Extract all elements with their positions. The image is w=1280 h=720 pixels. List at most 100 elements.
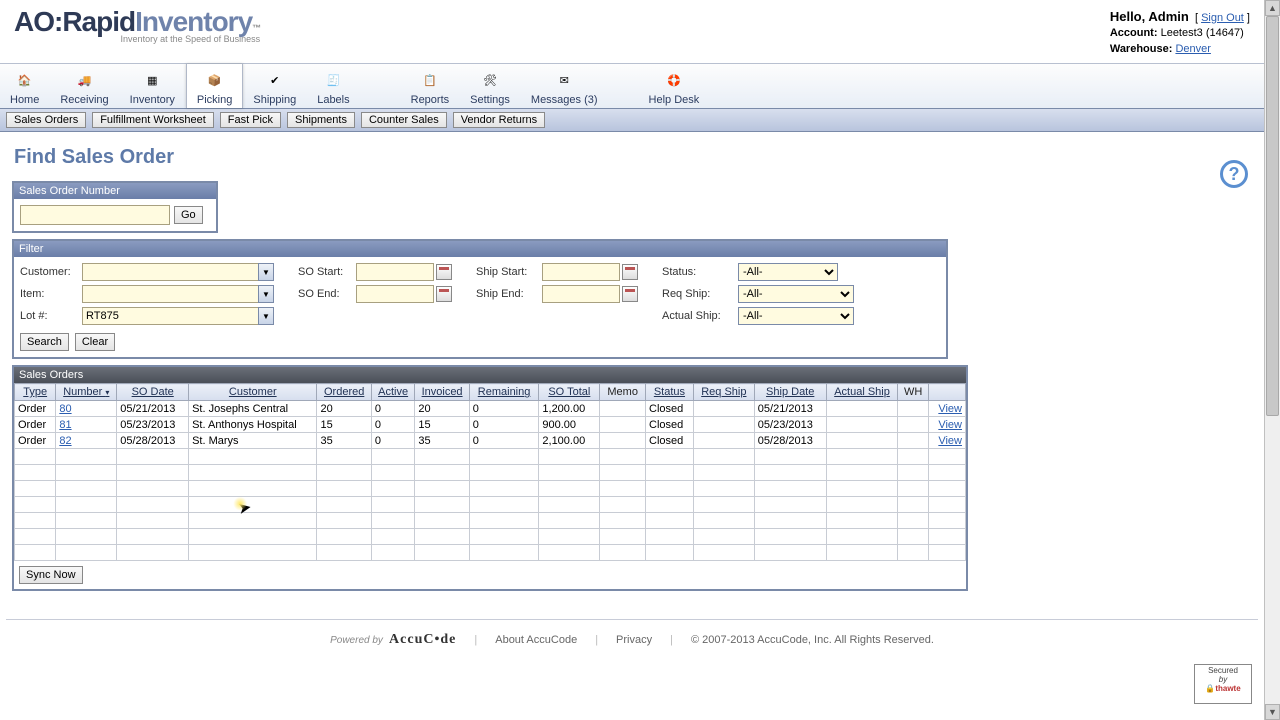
warehouse-link[interactable]: Denver [1175, 43, 1210, 55]
customer-combo[interactable]: ▼ [82, 263, 274, 281]
page-title: Find Sales Order [14, 146, 1252, 169]
subtab-vendor-returns[interactable]: Vendor Returns [453, 112, 545, 128]
chevron-down-icon[interactable]: ▼ [258, 307, 274, 325]
table-row: Order8005/21/2013St. Josephs Central2002… [15, 401, 966, 417]
ship-end-input[interactable] [542, 285, 620, 303]
order-number-link[interactable]: 81 [59, 419, 71, 431]
table-row [15, 465, 966, 481]
toolbar-helpdesk[interactable]: 🛟Help Desk [639, 64, 711, 108]
col-ship-date[interactable]: Ship Date [754, 384, 826, 401]
view-link[interactable]: View [938, 403, 962, 415]
table-row [15, 449, 966, 465]
table-row [15, 481, 966, 497]
so-end-input[interactable] [356, 285, 434, 303]
account-info: Hello, Admin [ Sign Out ] Account: Leete… [1110, 8, 1250, 57]
results-panel: Sales Orders TypeNumber ▾SO DateCustomer… [12, 365, 968, 591]
col-actual-ship[interactable]: Actual Ship [826, 384, 898, 401]
picking-icon: 📦 [201, 68, 229, 92]
security-seal[interactable]: Secured by 🔒thawte [1194, 664, 1252, 704]
chevron-down-icon[interactable]: ▼ [258, 263, 274, 281]
search-button[interactable]: Search [20, 333, 69, 351]
col-view[interactable] [928, 384, 965, 401]
toolbar-reports[interactable]: 📋Reports [401, 64, 461, 108]
actualship-select[interactable]: -All- [738, 307, 854, 325]
settings-icon: 🛠 [476, 68, 504, 92]
vertical-scrollbar[interactable]: ▲ ▼ [1264, 0, 1280, 720]
table-row: Order8105/23/2013St. Anthonys Hospital15… [15, 417, 966, 433]
reports-icon: 📋 [416, 68, 444, 92]
sign-out-link[interactable]: Sign Out [1201, 12, 1244, 24]
toolbar-settings[interactable]: 🛠Settings [460, 64, 521, 108]
reqship-select[interactable]: -All- [738, 285, 854, 303]
filter-header: Filter [14, 241, 946, 257]
table-row: Order8205/28/2013St. Marys3503502,100.00… [15, 433, 966, 449]
view-link[interactable]: View [938, 419, 962, 431]
lot-input[interactable] [82, 307, 258, 325]
about-link[interactable]: About AccuCode [495, 634, 577, 646]
col-status[interactable]: Status [646, 384, 694, 401]
col-invoiced[interactable]: Invoiced [415, 384, 469, 401]
col-number[interactable]: Number ▾ [56, 384, 117, 401]
so-number-header: Sales Order Number [14, 183, 216, 199]
go-button[interactable]: Go [174, 206, 203, 224]
sub-tabs: Sales Orders Fulfillment Worksheet Fast … [0, 109, 1264, 132]
view-link[interactable]: View [938, 435, 962, 447]
privacy-link[interactable]: Privacy [616, 634, 652, 646]
scroll-thumb[interactable] [1266, 16, 1279, 416]
ship-start-input[interactable] [542, 263, 620, 281]
col-customer[interactable]: Customer [189, 384, 317, 401]
sales-orders-table: TypeNumber ▾SO DateCustomerOrderedActive… [14, 383, 966, 561]
col-active[interactable]: Active [371, 384, 415, 401]
messages-icon: ✉ [550, 68, 578, 92]
toolbar-labels[interactable]: 🧾Labels [307, 64, 360, 108]
toolbar-picking[interactable]: 📦Picking [186, 64, 243, 108]
col-req-ship[interactable]: Req Ship [693, 384, 754, 401]
home-icon: 🏠 [11, 68, 39, 92]
sync-now-button[interactable]: Sync Now [19, 566, 83, 584]
status-select[interactable]: -All- [738, 263, 838, 281]
so-number-input[interactable] [20, 205, 170, 225]
subtab-sales-orders[interactable]: Sales Orders [6, 112, 86, 128]
subtab-counter-sales[interactable]: Counter Sales [361, 112, 447, 128]
shipping-icon: ✔ [261, 68, 289, 92]
calendar-icon[interactable] [622, 264, 638, 280]
results-header: Sales Orders [14, 367, 966, 383]
col-ordered[interactable]: Ordered [317, 384, 371, 401]
calendar-icon[interactable] [436, 264, 452, 280]
subtab-fast-pick[interactable]: Fast Pick [220, 112, 281, 128]
customer-input[interactable] [82, 263, 258, 281]
item-combo[interactable]: ▼ [82, 285, 274, 303]
order-number-link[interactable]: 80 [59, 403, 71, 415]
subtab-fulfillment-worksheet[interactable]: Fulfillment Worksheet [92, 112, 214, 128]
filter-panel: Filter Customer: ▼ Item: ▼ Lot #: ▼ [12, 239, 948, 359]
toolbar-receiving[interactable]: 🚚Receiving [50, 64, 119, 108]
scroll-down-arrow[interactable]: ▼ [1265, 704, 1280, 720]
table-row [15, 545, 966, 561]
receiving-icon: 🚚 [71, 68, 99, 92]
helpdesk-icon: 🛟 [660, 68, 688, 92]
item-input[interactable] [82, 285, 258, 303]
col-so-total[interactable]: SO Total [539, 384, 600, 401]
so-start-input[interactable] [356, 263, 434, 281]
order-number-link[interactable]: 82 [59, 435, 71, 447]
chevron-down-icon[interactable]: ▼ [258, 285, 274, 303]
calendar-icon[interactable] [436, 286, 452, 302]
toolbar-messages[interactable]: ✉Messages (3) [521, 64, 609, 108]
lot-combo[interactable]: ▼ [82, 307, 274, 325]
col-so-date[interactable]: SO Date [117, 384, 189, 401]
subtab-shipments[interactable]: Shipments [287, 112, 355, 128]
col-remaining[interactable]: Remaining [469, 384, 539, 401]
logo: AO: Rapid Inventory ™ Inventory at the S… [14, 6, 260, 44]
calendar-icon[interactable] [622, 286, 638, 302]
clear-button[interactable]: Clear [75, 333, 115, 351]
table-row [15, 513, 966, 529]
col-wh[interactable]: WH [898, 384, 928, 401]
scroll-up-arrow[interactable]: ▲ [1265, 0, 1280, 16]
col-type[interactable]: Type [15, 384, 56, 401]
col-memo[interactable]: Memo [600, 384, 646, 401]
help-icon[interactable]: ? [1220, 160, 1248, 188]
toolbar-inventory[interactable]: ▦Inventory [120, 64, 186, 108]
toolbar-shipping[interactable]: ✔Shipping [243, 64, 307, 108]
scroll-track[interactable] [1265, 16, 1280, 704]
toolbar-home[interactable]: 🏠Home [0, 64, 50, 108]
